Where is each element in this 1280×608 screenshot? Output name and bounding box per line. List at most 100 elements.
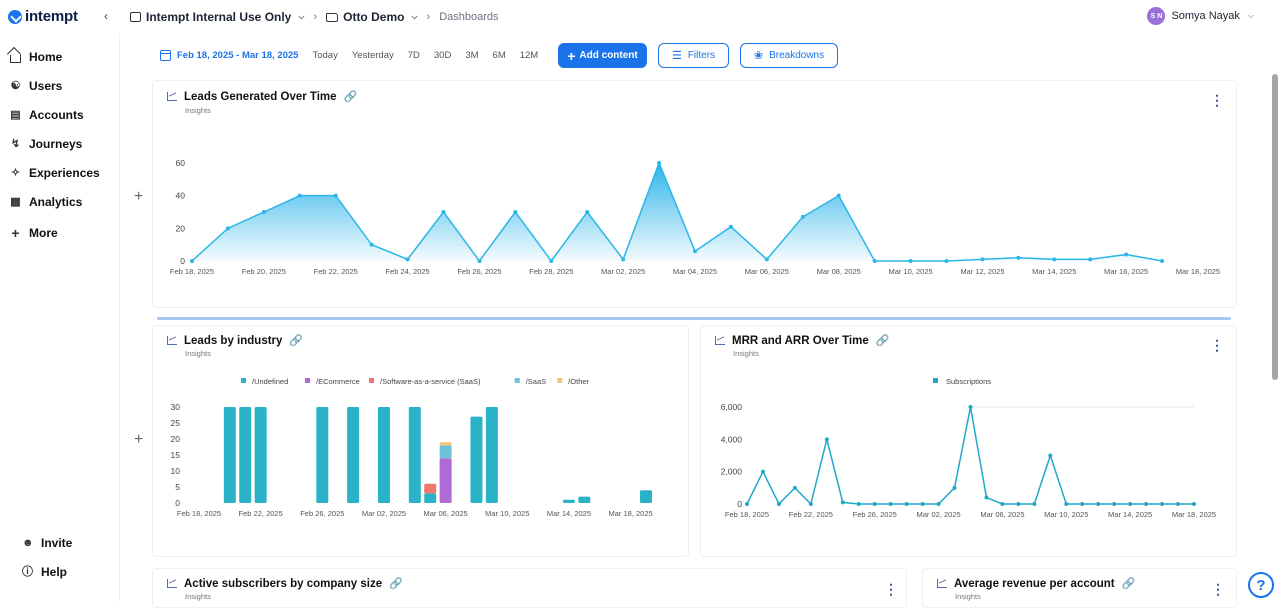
data-point: [889, 502, 893, 506]
workspace-selector[interactable]: Otto Demo ⌵: [326, 10, 417, 24]
filter-icon: ☰: [672, 49, 682, 62]
bar-segment: [440, 442, 452, 445]
preset-yesterday[interactable]: Yesterday: [352, 50, 394, 61]
sidebar-item-home[interactable]: Home: [10, 50, 62, 64]
data-point: [1048, 454, 1052, 458]
preset-30d[interactable]: 30D: [434, 50, 451, 61]
sidebar-item-analytics[interactable]: ▩ Analytics: [10, 195, 82, 209]
data-point: [190, 259, 194, 263]
folder-icon: [326, 13, 338, 22]
data-point: [953, 486, 957, 490]
breadcrumb: Intempt Internal Use Only ⌵ › Otto Demo …: [130, 10, 499, 24]
y-tick-label: 20: [171, 434, 181, 444]
legend-swatch: [557, 378, 562, 383]
add-content-button[interactable]: + Add content: [558, 43, 647, 68]
preset-3m[interactable]: 3M: [465, 50, 478, 61]
breakdowns-button[interactable]: ❀ Breakdowns: [740, 43, 838, 68]
filters-button[interactable]: ☰ Filters: [658, 43, 729, 68]
link-icon[interactable]: 🔗: [1122, 577, 1136, 590]
x-tick-label: Feb 18, 2025: [177, 509, 221, 518]
data-point: [1112, 502, 1116, 506]
add-row-plus-icon[interactable]: +: [134, 431, 143, 449]
chevron-down-icon: ⌵: [1248, 11, 1254, 21]
plus-icon: +: [567, 48, 575, 64]
leads-area-chart: 0204060Feb 18, 2025Feb 20, 2025Feb 22, 2…: [153, 81, 1238, 309]
x-tick-label: Mar 02, 2025: [916, 510, 960, 519]
scroll-thumb[interactable]: [1272, 74, 1278, 380]
data-point: [1080, 502, 1084, 506]
data-point: [1052, 257, 1056, 261]
line-chart-icon: [937, 579, 947, 588]
data-point: [1032, 502, 1036, 506]
legend-swatch: [241, 378, 246, 383]
series-line: [747, 407, 1194, 504]
user-menu[interactable]: S N Somya Nayak ⌵: [1147, 7, 1254, 25]
x-tick-label: Feb 26, 2025: [300, 509, 344, 518]
more-options-icon[interactable]: ⋮: [1211, 585, 1225, 593]
top-bar: intempt ‹ Intempt Internal Use Only ⌵ › …: [0, 0, 1280, 34]
bar-segment: [347, 407, 359, 503]
more-options-icon[interactable]: ⋮: [884, 585, 898, 593]
sidebar-item-users[interactable]: ☯ Users: [10, 79, 62, 93]
data-point: [801, 215, 805, 219]
x-tick-label: Feb 22, 2025: [789, 510, 833, 519]
intempt-logo-icon: [8, 10, 22, 24]
preset-today[interactable]: Today: [312, 50, 337, 61]
bar-segment: [440, 445, 452, 458]
collapse-sidebar-icon[interactable]: ‹: [104, 9, 108, 23]
sidebar: Home ☯ Users ▤ Accounts ↯ Journeys ✧ Exp…: [0, 34, 120, 602]
user-name: Somya Nayak: [1171, 10, 1239, 22]
chevron-down-icon: ⌵: [298, 12, 304, 22]
data-point: [825, 437, 829, 441]
data-point: [937, 502, 941, 506]
y-tick-label: 0: [175, 498, 180, 508]
legend-label: /Other: [568, 377, 589, 386]
preset-12m[interactable]: 12M: [520, 50, 538, 61]
users-icon: ☯: [10, 81, 21, 92]
leads-over-time-card: Leads Generated Over Time 🔗 Insights ⋮ 0…: [152, 80, 1237, 308]
data-point: [1176, 502, 1180, 506]
x-tick-label: Mar 02, 2025: [362, 509, 406, 518]
bar-segment: [424, 484, 436, 494]
bar-segment: [239, 407, 251, 503]
bar-segment: [255, 407, 267, 503]
data-point: [793, 486, 797, 490]
preset-7d[interactable]: 7D: [408, 50, 420, 61]
breadcrumb-dashboards[interactable]: Dashboards: [439, 11, 498, 23]
preset-6m[interactable]: 6M: [493, 50, 506, 61]
sidebar-item-accounts[interactable]: ▤ Accounts: [10, 108, 84, 122]
x-tick-label: Mar 10, 2025: [485, 509, 529, 518]
sidebar-item-invite[interactable]: ☻ Invite: [22, 536, 72, 550]
x-tick-label: Feb 18, 2025: [170, 267, 214, 276]
logo[interactable]: intempt: [8, 8, 78, 25]
data-point: [841, 500, 845, 504]
help-chat-button[interactable]: ?: [1248, 572, 1274, 598]
bar-segment: [440, 458, 452, 503]
y-tick-label: 20: [176, 223, 186, 233]
add-row-plus-icon[interactable]: +: [134, 188, 143, 206]
data-point: [857, 502, 861, 506]
x-tick-label: Feb 26, 2025: [853, 510, 897, 519]
data-point: [1096, 502, 1100, 506]
y-tick-label: 6,000: [721, 402, 743, 412]
date-range-picker[interactable]: Feb 18, 2025 - Mar 18, 2025: [160, 50, 298, 61]
link-icon[interactable]: 🔗: [389, 577, 403, 590]
x-tick-label: Feb 24, 2025: [385, 267, 429, 276]
data-point: [334, 194, 338, 198]
sidebar-item-more[interactable]: + More: [10, 226, 58, 240]
project-selector[interactable]: Intempt Internal Use Only ⌵: [130, 10, 304, 24]
sidebar-item-journeys[interactable]: ↯ Journeys: [10, 137, 82, 151]
bar-segment: [378, 407, 390, 503]
data-point: [837, 194, 841, 198]
x-tick-label: Mar 06, 2025: [745, 267, 789, 276]
mrr-arr-line-chart: Subscriptions02,0004,0006,000Feb 18, 202…: [701, 326, 1238, 558]
sidebar-item-help[interactable]: ⓘ Help: [22, 565, 67, 579]
project-icon: [130, 12, 141, 22]
chevron-down-icon: ⌵: [411, 12, 417, 22]
area-fill: [192, 163, 1162, 261]
data-point: [657, 161, 661, 165]
sidebar-item-experiences[interactable]: ✧ Experiences: [10, 166, 100, 180]
data-point: [1192, 502, 1196, 506]
bar-segment: [486, 407, 498, 503]
scrollbar[interactable]: [1270, 34, 1278, 602]
